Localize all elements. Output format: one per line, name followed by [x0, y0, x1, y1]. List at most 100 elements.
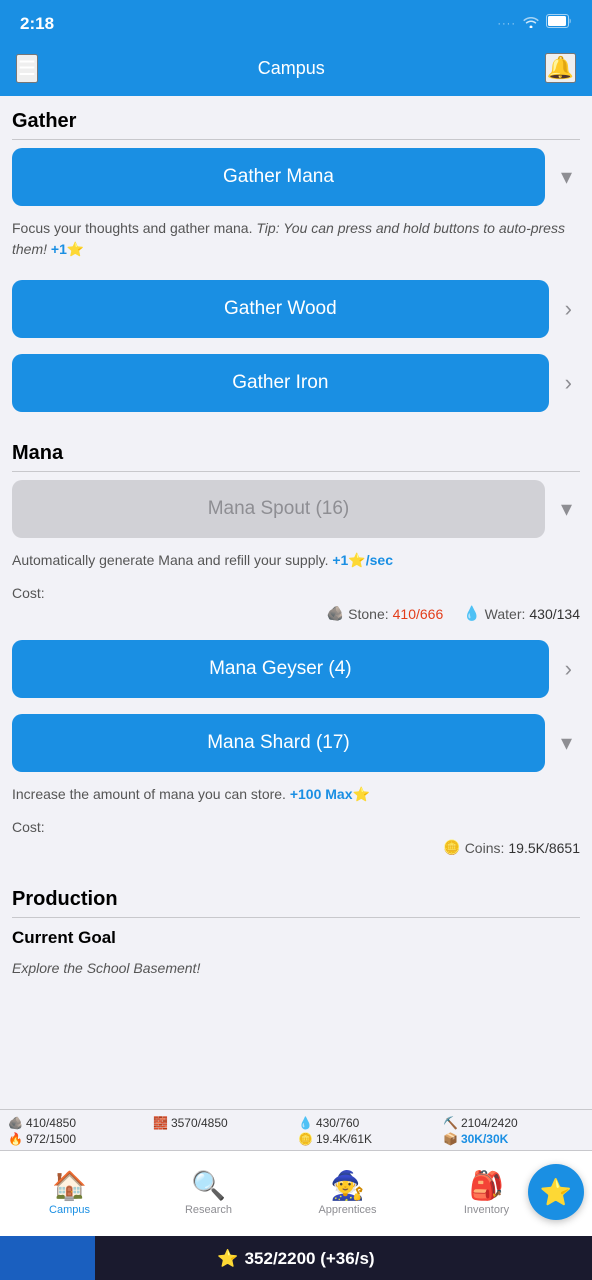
tab-research[interactable]: 🔍 Research	[139, 1151, 278, 1236]
mana-geyser-button[interactable]: Mana Geyser (4)	[12, 640, 549, 698]
mana-spout-water-cost: 💧 Water: 430/134	[463, 605, 580, 622]
coins-res-icon: 🪙	[298, 1132, 313, 1146]
gather-mana-expand[interactable]: ▾	[553, 160, 580, 194]
brick-res-value: 3570/4850	[171, 1116, 228, 1130]
mana-star-icon: ⭐	[217, 1249, 238, 1269]
main-content: Gather Gather Mana ▾ Focus your thoughts…	[0, 96, 592, 1151]
resource-coins: 🪙 19.4K/61K	[298, 1132, 439, 1146]
gather-iron-button[interactable]: Gather Iron	[12, 354, 549, 412]
mana-spout-desc: Automatically generate Mana and refill y…	[0, 546, 592, 583]
resource-pickaxe: ⛏️ 2104/2420	[443, 1116, 584, 1130]
coins-res-value: 19.4K/61K	[316, 1132, 372, 1146]
mana-status-bar: ⭐ 352/2200 (+36/s)	[0, 1236, 592, 1280]
mana-shard-coins-cost: 🪙 Coins: 19.5K/8651	[443, 839, 580, 856]
coins-icon: 🪙	[443, 839, 460, 856]
tab-apprentices[interactable]: 🧙 Apprentices	[278, 1151, 417, 1236]
mana-spout-stone-cost: 🪨 Stone: 410/666	[327, 605, 444, 622]
resource-brick: 🧱 3570/4850	[153, 1116, 294, 1130]
tab-bar: 🏠 Campus 🔍 Research 🧙 Apprentices 🎒 Inve…	[0, 1150, 592, 1236]
gather-wood-button[interactable]: Gather Wood	[12, 280, 549, 338]
current-goal-text: Explore the School Basement!	[0, 954, 592, 991]
wifi-icon	[522, 14, 540, 33]
gather-iron-expand[interactable]: ›	[557, 366, 580, 400]
stone-value: 410/666	[393, 606, 444, 622]
production-section-header: Production	[0, 874, 592, 917]
campus-tab-icon: 🏠	[52, 1172, 87, 1200]
resource-bar: 🪨 410/4850 🧱 3570/4850 💧 430/760 ⛏️ 2104…	[0, 1109, 592, 1150]
mana-spout-expand[interactable]: ▾	[553, 492, 580, 526]
stone-res-value: 410/4850	[26, 1116, 76, 1130]
gather-mana-reward: +1⭐	[51, 241, 84, 257]
mana-value: 352/2200 (+36/s)	[245, 1249, 375, 1269]
campus-tab-label: Campus	[49, 1204, 90, 1216]
inventory-tab-label: Inventory	[464, 1204, 509, 1216]
mana-shard-desc: Increase the amount of mana you can stor…	[0, 780, 592, 817]
special-res-value: 30K/30K	[461, 1132, 508, 1146]
resource-special: 📦 30K/30K	[443, 1132, 584, 1146]
battery-icon	[546, 14, 572, 33]
tab-star-button[interactable]: ⭐	[528, 1164, 584, 1220]
gather-wood-expand[interactable]: ›	[557, 292, 580, 326]
status-time: 2:18	[20, 14, 54, 34]
water-res-icon: 💧	[298, 1116, 313, 1130]
research-tab-label: Research	[185, 1204, 232, 1216]
mana-shard-reward: +100 Max⭐	[290, 786, 370, 802]
special-res-icon: 📦	[443, 1132, 458, 1146]
coins-label: Coins:	[465, 840, 505, 856]
coins-value: 19.5K/8651	[508, 840, 580, 856]
hamburger-button[interactable]: ☰	[16, 54, 38, 83]
water-icon: 💧	[463, 605, 480, 622]
mana-spout-cost-label: Cost:	[12, 585, 580, 601]
gather-mana-row: Gather Mana ▾	[0, 140, 592, 214]
mana-spout-row: Mana Spout (16) ▾	[0, 472, 592, 546]
mana-shard-cost-label: Cost:	[12, 819, 580, 835]
mana-geyser-expand[interactable]: ›	[557, 652, 580, 686]
apprentices-tab-icon: 🧙	[330, 1172, 365, 1200]
water-value: 430/134	[529, 606, 580, 622]
gather-mana-button[interactable]: Gather Mana	[12, 148, 545, 206]
pickaxe-res-icon: ⛏️	[443, 1116, 458, 1130]
brick-res-icon: 🧱	[153, 1116, 168, 1130]
water-label: Water:	[485, 606, 526, 622]
tab-campus[interactable]: 🏠 Campus	[0, 1151, 139, 1236]
research-tab-icon: 🔍	[191, 1172, 226, 1200]
fire-res-icon: 🔥	[8, 1132, 23, 1146]
gather-iron-row: Gather Iron ›	[0, 346, 592, 420]
resource-empty	[153, 1132, 294, 1146]
current-goal-value: Explore the School Basement!	[12, 960, 200, 976]
mana-geyser-row: Mana Geyser (4) ›	[0, 632, 592, 706]
mana-spout-cost-row: 🪨 Stone: 410/666 💧 Water: 430/134	[12, 605, 580, 622]
nav-title: Campus	[258, 58, 325, 79]
notification-button[interactable]: 🔔	[545, 53, 576, 83]
mana-section-header: Mana	[0, 428, 592, 471]
inventory-tab-icon: 🎒	[469, 1172, 504, 1200]
mana-spout-cost: Cost: 🪨 Stone: 410/666 💧 Water: 430/134	[0, 583, 592, 632]
mana-shard-row: Mana Shard (17) ▾	[0, 706, 592, 780]
current-goal-header: Current Goal	[0, 918, 592, 954]
mana-spout-reward: +1⭐/sec	[332, 552, 393, 568]
mana-shard-cost-row: 🪙 Coins: 19.5K/8651	[12, 839, 580, 856]
stone-label: Stone:	[348, 606, 388, 622]
mana-bar-text: ⭐ 352/2200 (+36/s)	[217, 1249, 374, 1269]
resource-stone: 🪨 410/4850	[8, 1116, 149, 1130]
gather-mana-desc: Focus your thoughts and gather mana. Tip…	[0, 214, 592, 272]
mana-shard-button[interactable]: Mana Shard (17)	[12, 714, 545, 772]
stone-icon: 🪨	[327, 605, 344, 622]
resource-water: 💧 430/760	[298, 1116, 439, 1130]
water-res-value: 430/760	[316, 1116, 359, 1130]
gather-wood-row: Gather Wood ›	[0, 272, 592, 346]
resource-fire: 🔥 972/1500	[8, 1132, 149, 1146]
status-icons: ····	[497, 14, 572, 33]
gather-section-header: Gather	[0, 96, 592, 139]
signal-icon: ····	[497, 18, 516, 30]
stone-res-icon: 🪨	[8, 1116, 23, 1130]
star-button-icon: ⭐	[540, 1177, 572, 1208]
mana-shard-expand[interactable]: ▾	[553, 726, 580, 760]
mana-shard-cost: Cost: 🪙 Coins: 19.5K/8651	[0, 817, 592, 866]
mana-bar-fill	[0, 1236, 95, 1280]
pickaxe-res-value: 2104/2420	[461, 1116, 518, 1130]
apprentices-tab-label: Apprentices	[318, 1204, 376, 1216]
status-bar: 2:18 ····	[0, 0, 592, 44]
nav-bar: ☰ Campus 🔔	[0, 44, 592, 96]
mana-spout-button[interactable]: Mana Spout (16)	[12, 480, 545, 538]
